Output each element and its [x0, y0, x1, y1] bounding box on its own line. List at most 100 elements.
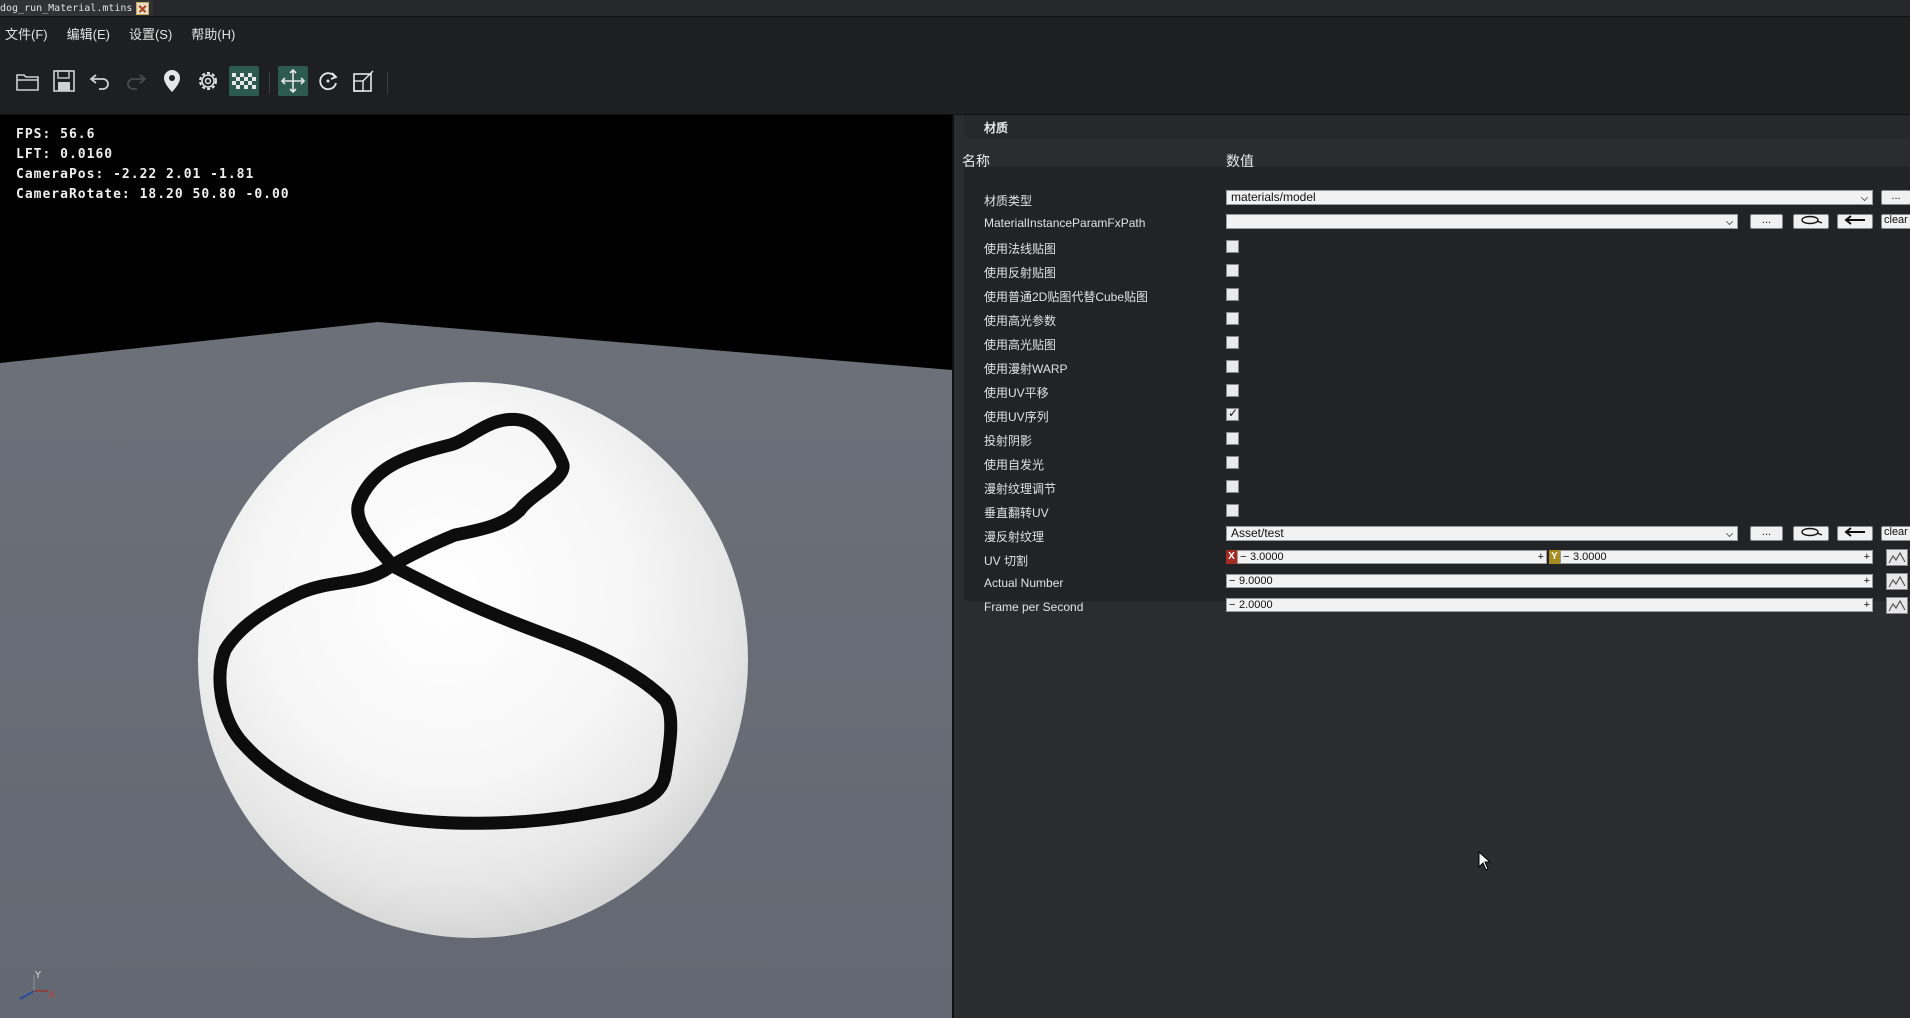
material-type-select[interactable]: materials/model — [1226, 190, 1873, 205]
plus-icon[interactable]: + — [1864, 551, 1870, 563]
flip-uv-vertical-checkbox[interactable] — [1226, 504, 1239, 517]
move-arrows-icon[interactable] — [278, 66, 308, 96]
property-row: 漫射纹理调节 — [964, 475, 1910, 499]
property-label: 使用漫射WARP — [984, 362, 1068, 376]
property-row: Frame per Second −2.0000 + — [964, 595, 1910, 619]
close-icon[interactable] — [136, 1, 150, 15]
clear-button[interactable]: clear — [1881, 526, 1910, 541]
property-label: 使用反射贴图 — [984, 266, 1057, 280]
property-label: 漫反射纹理 — [984, 530, 1045, 544]
arrow-left-icon[interactable] — [1837, 526, 1873, 541]
property-label: 漫射纹理调节 — [984, 482, 1057, 496]
property-row: 垂直翻转UV — [964, 499, 1910, 523]
arrow-left-icon[interactable] — [1837, 214, 1873, 229]
rotate-icon[interactable] — [313, 66, 343, 96]
fx-path-select[interactable] — [1226, 214, 1738, 229]
use-uv-translate-checkbox[interactable] — [1226, 384, 1239, 397]
use-uv-sequence-checkbox[interactable] — [1226, 406, 1239, 421]
chevron-down-icon — [1726, 218, 1733, 225]
use-specular-params-checkbox[interactable] — [1226, 312, 1239, 325]
open-folder-icon[interactable] — [13, 66, 43, 96]
use-2d-instead-of-cube-checkbox[interactable] — [1226, 288, 1239, 301]
property-row: 使用漫射WARP — [964, 355, 1910, 379]
cast-shadow-checkbox[interactable] — [1226, 432, 1239, 445]
browse-button[interactable]: ... — [1881, 190, 1910, 205]
property-table: 材质类型 materials/model ... MaterialInstanc… — [964, 167, 1910, 614]
browse-button[interactable]: ... — [1750, 214, 1783, 229]
property-row: 投射阴影 — [964, 427, 1910, 451]
fps-readout: FPS: 56.6 — [16, 127, 96, 142]
x-axis-tag: X — [1226, 550, 1237, 564]
property-row: 使用法线贴图 — [964, 235, 1910, 259]
settings-gear-icon[interactable] — [193, 66, 223, 96]
menu-file[interactable]: 文件(F) — [5, 24, 48, 43]
use-reflection-map-checkbox[interactable] — [1226, 264, 1239, 277]
property-row: 漫反射纹理 Asset/test ... clear — [964, 523, 1910, 547]
document-tab[interactable]: dog_run_Material.mtins — [0, 0, 154, 16]
axis-y-label: Y — [34, 970, 42, 981]
chevron-down-icon — [1726, 530, 1733, 537]
minus-icon[interactable]: − — [1229, 575, 1235, 587]
browse-button[interactable]: ... — [1750, 526, 1783, 541]
section-title: 材质 — [984, 120, 1009, 135]
actual-number-input[interactable]: −9.0000 + — [1226, 574, 1873, 588]
plus-icon[interactable]: + — [1864, 599, 1870, 611]
curve-editor-icon[interactable] — [1886, 597, 1908, 614]
magnifier-icon[interactable] — [1793, 214, 1829, 229]
chevron-down-icon — [1861, 194, 1868, 201]
toolbar-separator — [269, 72, 270, 94]
property-label: 使用UV序列 — [984, 410, 1049, 424]
axis-x-label: X — [48, 990, 54, 1001]
toolbar-separator — [387, 72, 388, 94]
curve-editor-icon[interactable] — [1886, 573, 1908, 590]
section-header-material[interactable]: 材质 — [964, 115, 1910, 139]
property-row: 材质类型 materials/model ... — [964, 187, 1910, 211]
use-emissive-checkbox[interactable] — [1226, 456, 1239, 469]
magnifier-icon[interactable] — [1793, 526, 1829, 541]
property-label: 使用普通2D贴图代替Cube贴图 — [984, 290, 1149, 304]
use-normal-map-checkbox[interactable] — [1226, 240, 1239, 253]
checkerboard-icon[interactable] — [229, 66, 259, 96]
property-label: Frame per Second — [984, 600, 1084, 614]
undo-icon[interactable] — [85, 66, 115, 96]
menu-help[interactable]: 帮助(H) — [191, 24, 235, 43]
3d-viewport[interactable]: FPS: 56.6 LFT: 0.0160 CameraPos: -2.22 2… — [0, 115, 952, 1018]
plus-icon[interactable]: + — [1538, 551, 1544, 563]
property-label: 使用法线贴图 — [984, 242, 1057, 256]
uv-split-x-input[interactable]: −3.0000 + — [1237, 550, 1547, 564]
minus-icon[interactable]: − — [1240, 551, 1246, 563]
property-label: 使用UV平移 — [984, 386, 1049, 400]
save-icon[interactable] — [49, 66, 79, 96]
uv-split-y-input[interactable]: −3.0000 + — [1560, 550, 1873, 564]
property-label: 投射阴影 — [984, 434, 1033, 448]
use-diffuse-warp-checkbox[interactable] — [1226, 360, 1239, 373]
minus-icon[interactable]: − — [1229, 599, 1235, 611]
property-label: Actual Number — [984, 576, 1064, 590]
property-label: 使用高光参数 — [984, 314, 1057, 328]
property-row: 使用UV平移 — [964, 379, 1910, 403]
axis-gizmo: Y X — [8, 969, 55, 1008]
frame-per-second-input[interactable]: −2.0000 + — [1226, 598, 1873, 612]
property-row: 使用普通2D贴图代替Cube贴图 — [964, 283, 1910, 307]
diffuse-texture-adjust-checkbox[interactable] — [1226, 480, 1239, 493]
curve-editor-icon[interactable] — [1886, 549, 1908, 566]
property-label: 材质类型 — [984, 194, 1033, 208]
mouse-cursor-icon — [1478, 850, 1492, 874]
menu-edit[interactable]: 编辑(E) — [67, 24, 110, 43]
property-row: 使用高光贴图 — [964, 331, 1910, 355]
menu-settings[interactable]: 设置(S) — [129, 24, 172, 43]
location-pin-icon[interactable] — [157, 66, 187, 96]
clear-button[interactable]: clear — [1881, 214, 1910, 229]
camera-rotate-readout: CameraRotate: 18.20 50.80 -0.00 — [16, 187, 290, 202]
property-row: UV 切割 X −3.0000 + Y −3.0000 + — [964, 547, 1910, 571]
use-specular-map-checkbox[interactable] — [1226, 336, 1239, 349]
property-row: 使用UV序列 — [964, 403, 1910, 427]
diffuse-texture-select[interactable]: Asset/test — [1226, 526, 1738, 541]
redo-icon[interactable] — [121, 66, 151, 96]
minus-icon[interactable]: − — [1563, 551, 1569, 563]
property-row: 使用高光参数 — [964, 307, 1910, 331]
plus-icon[interactable]: + — [1864, 575, 1870, 587]
scale-icon[interactable] — [349, 66, 379, 96]
scene-render — [0, 322, 952, 1018]
property-row: MaterialInstanceParamFxPath ... clear — [964, 211, 1910, 235]
